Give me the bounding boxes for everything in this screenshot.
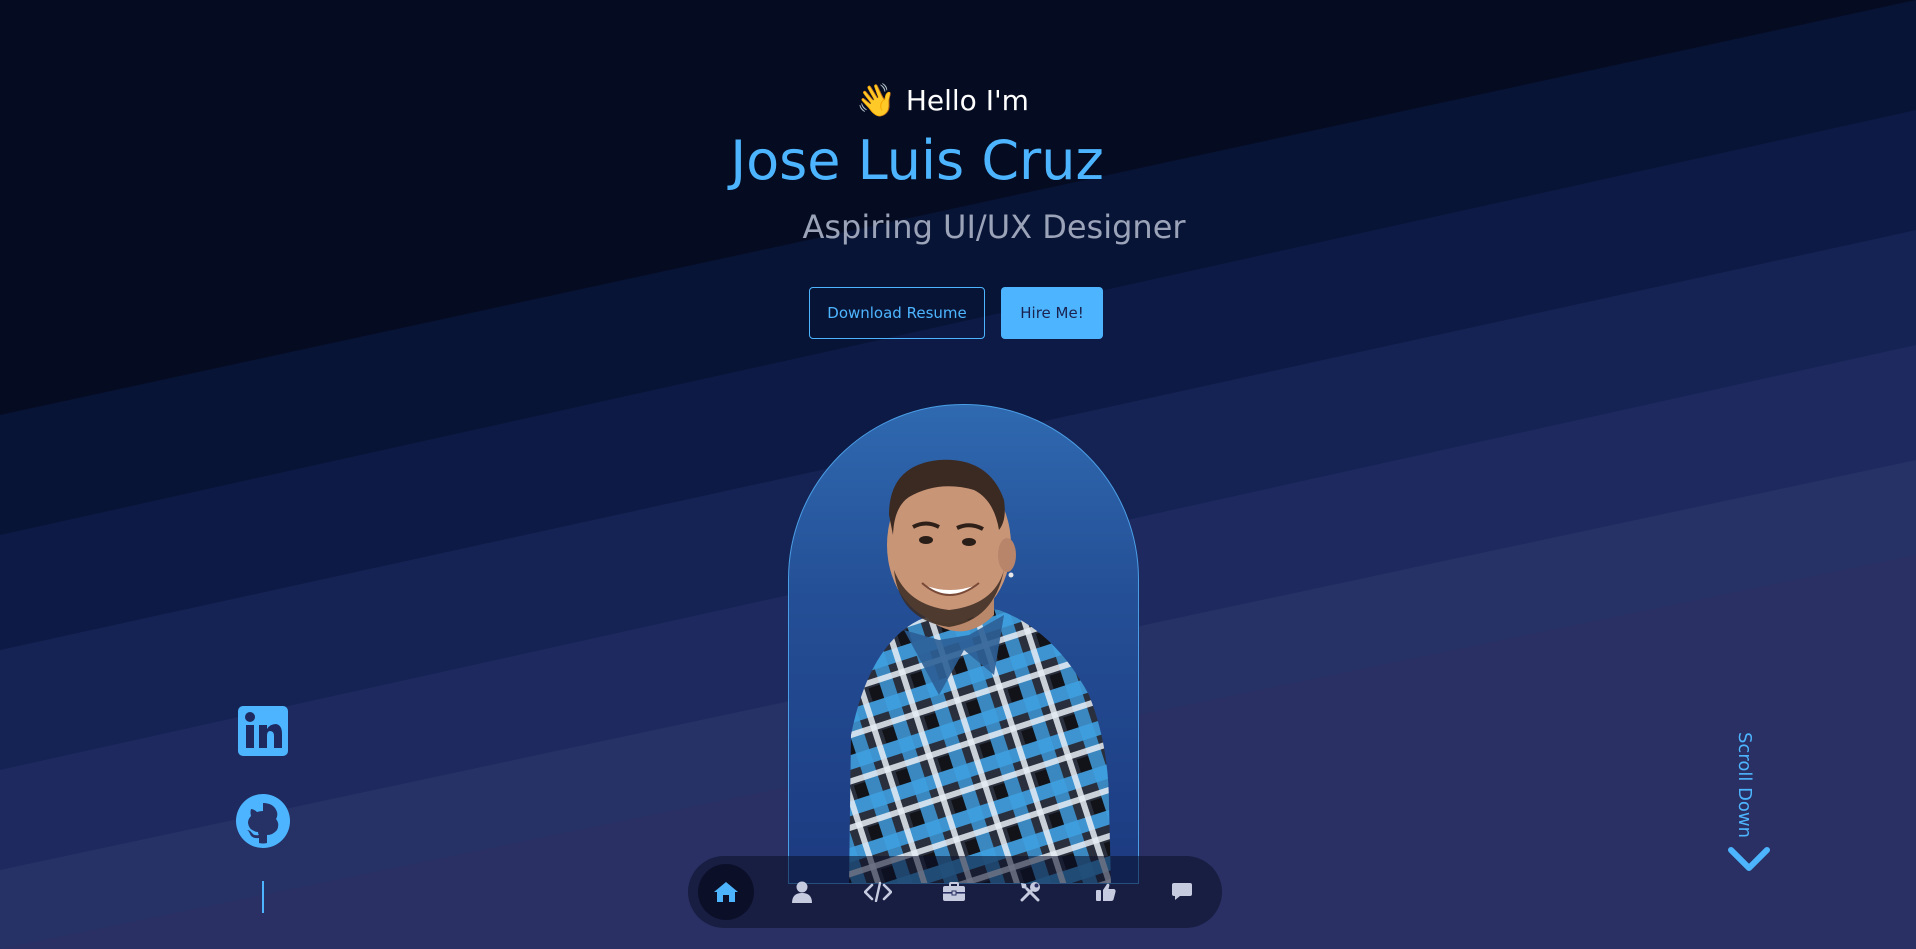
home-icon [714,882,738,902]
greeting-text: Hello I'm [905,83,1029,117]
chat-icon [1172,883,1192,900]
github-icon [236,794,290,848]
profile-portrait [788,404,1139,884]
linkedin-icon [238,706,288,756]
hero-name: Jose Luis Cruz [0,126,1916,196]
briefcase-icon [943,882,965,901]
nav-services[interactable] [1002,864,1058,920]
nav-testimonials[interactable] [1078,864,1134,920]
nav-experience[interactable] [926,864,982,920]
scroll-down-link[interactable]: Scroll Down [1727,728,1770,871]
social-divider-line [262,881,264,913]
nav-home[interactable] [698,864,754,920]
hero-role: Aspiring UI/UX Designer [0,205,1916,249]
chevron-down-icon [1728,847,1770,871]
nav-code[interactable] [850,864,906,920]
download-resume-button[interactable]: Download Resume [809,287,985,339]
hire-me-button[interactable]: Hire Me! [1001,287,1103,339]
hero-role-text: Aspiring UI/UX Designer [802,208,1186,246]
linkedin-link[interactable] [236,705,290,757]
waving-hand-icon: 👋 [856,81,896,119]
nav-about[interactable] [774,864,830,920]
hero-name-text: Jose Luis Cruz [730,129,1104,192]
github-link[interactable] [236,793,290,849]
code-icon [864,882,892,902]
scroll-down-label: Scroll Down [1734,732,1755,839]
user-icon [792,881,812,903]
portrait-illustration [849,459,1111,883]
nav-contact[interactable] [1154,864,1210,920]
tools-icon [1020,882,1040,902]
greeting: 👋 Hello I'm [856,80,1029,120]
thumbs-up-icon [1096,883,1116,901]
bottom-navigation [688,856,1222,928]
